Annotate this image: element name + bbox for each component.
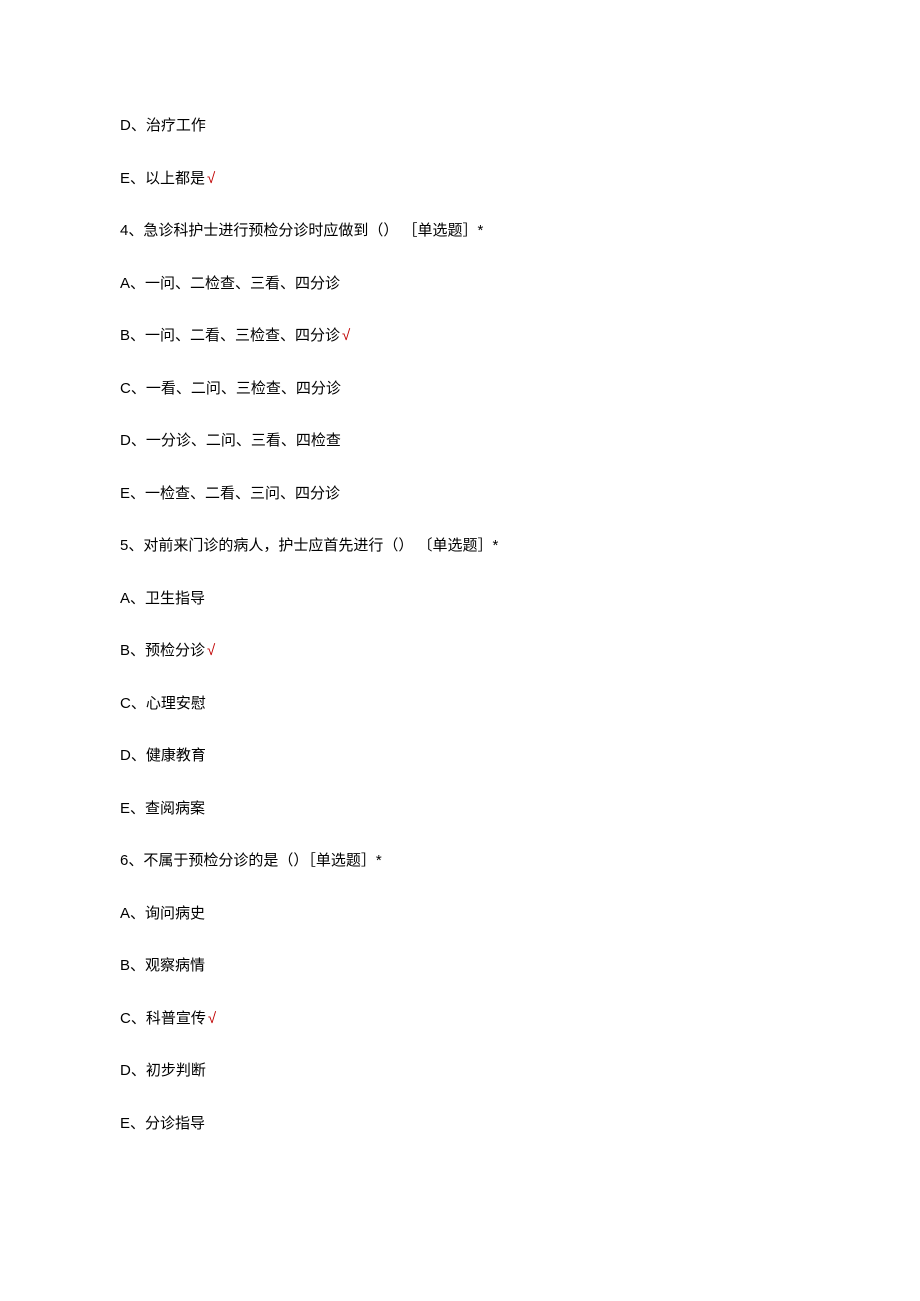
- option-label: B、一问、二看、三检查、四分诊: [120, 327, 340, 344]
- option-label: E、分诊指导: [120, 1115, 205, 1132]
- option-label: A、卫生指导: [120, 590, 205, 607]
- correct-mark-icon: √: [207, 170, 215, 187]
- option-text: E、以上都是√: [120, 168, 800, 191]
- option-text: D、初步判断: [120, 1060, 800, 1083]
- question-label: 4、急诊科护士进行预检分诊时应做到（） ［单选题］*: [120, 222, 483, 239]
- question-label: 5、对前来门诊的病人，护士应首先进行（） 〔单选题］*: [120, 537, 498, 554]
- option-label: D、初步判断: [120, 1062, 206, 1079]
- option-text: A、卫生指导: [120, 588, 800, 611]
- option-label: B、观察病情: [120, 957, 205, 974]
- document-content: D、治疗工作E、以上都是√4、急诊科护士进行预检分诊时应做到（） ［单选题］*A…: [120, 115, 800, 1135]
- correct-mark-icon: √: [208, 1010, 216, 1027]
- option-label: C、一看、二问、三检查、四分诊: [120, 380, 341, 397]
- option-label: C、心理安慰: [120, 695, 206, 712]
- option-label: D、治疗工作: [120, 117, 206, 134]
- option-text: E、一检查、二看、三问、四分诊: [120, 483, 800, 506]
- option-label: B、预检分诊: [120, 642, 205, 659]
- option-label: A、一问、二检查、三看、四分诊: [120, 275, 340, 292]
- option-text: D、治疗工作: [120, 115, 800, 138]
- option-label: D、健康教育: [120, 747, 206, 764]
- option-label: E、查阅病案: [120, 800, 205, 817]
- question-text: 5、对前来门诊的病人，护士应首先进行（） 〔单选题］*: [120, 535, 800, 558]
- option-text: E、查阅病案: [120, 798, 800, 821]
- option-text: C、心理安慰: [120, 693, 800, 716]
- option-label: E、一检查、二看、三问、四分诊: [120, 485, 340, 502]
- correct-mark-icon: √: [342, 327, 350, 344]
- option-text: A、一问、二检查、三看、四分诊: [120, 273, 800, 296]
- option-label: A、询问病史: [120, 905, 205, 922]
- option-label: D、一分诊、二问、三看、四检查: [120, 432, 341, 449]
- option-text: B、观察病情: [120, 955, 800, 978]
- question-label: 6、不属于预检分诊的是（）［单选题］*: [120, 852, 382, 869]
- option-text: B、预检分诊√: [120, 640, 800, 663]
- question-text: 4、急诊科护士进行预检分诊时应做到（） ［单选题］*: [120, 220, 800, 243]
- option-text: C、一看、二问、三检查、四分诊: [120, 378, 800, 401]
- option-text: D、一分诊、二问、三看、四检查: [120, 430, 800, 453]
- option-text: B、一问、二看、三检查、四分诊√: [120, 325, 800, 348]
- correct-mark-icon: √: [207, 642, 215, 659]
- option-label: E、以上都是: [120, 170, 205, 187]
- option-text: E、分诊指导: [120, 1113, 800, 1136]
- option-text: D、健康教育: [120, 745, 800, 768]
- option-label: C、科普宣传: [120, 1010, 206, 1027]
- option-text: A、询问病史: [120, 903, 800, 926]
- option-text: C、科普宣传√: [120, 1008, 800, 1031]
- question-text: 6、不属于预检分诊的是（）［单选题］*: [120, 850, 800, 873]
